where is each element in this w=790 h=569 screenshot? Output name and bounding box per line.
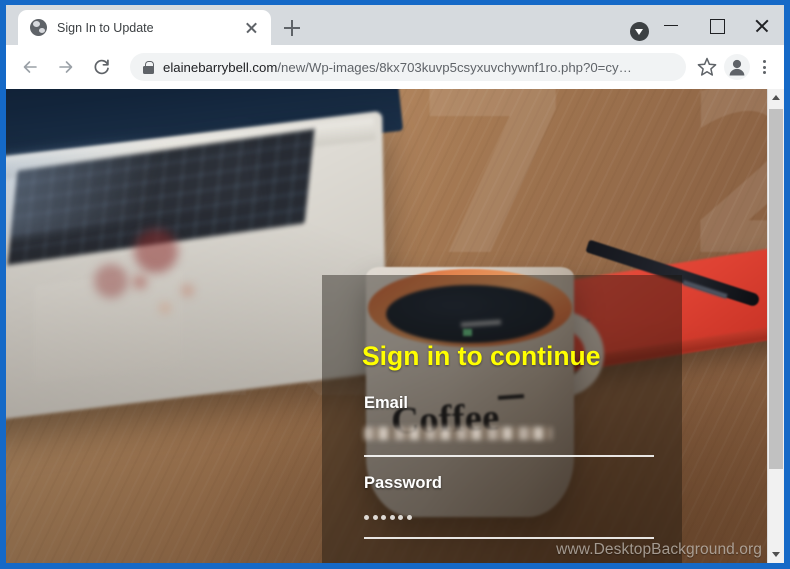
reload-button[interactable] (86, 51, 118, 83)
bookmark-star-icon[interactable] (692, 52, 722, 82)
globe-icon (30, 19, 47, 36)
url-text: elainebarrybell.com/new/Wp-images/8kx703… (163, 60, 632, 75)
vertical-scrollbar[interactable] (767, 89, 784, 563)
lens-flare (133, 275, 147, 289)
forward-button[interactable] (50, 51, 82, 83)
signin-panel: Sign in to continue Email Password (322, 275, 682, 563)
browser-chrome: Sign In to Update elainebarrybell.com/ne… (6, 5, 784, 563)
address-bar[interactable]: elainebarrybell.com/new/Wp-images/8kx703… (130, 53, 686, 81)
email-input[interactable] (364, 427, 552, 440)
close-window-button[interactable] (739, 10, 784, 40)
scroll-down-button[interactable] (768, 546, 784, 563)
browser-window: Sign In to Update elainebarrybell.com/ne… (0, 0, 790, 569)
page-title: Sign in to continue (362, 341, 601, 371)
password-label: Password (364, 474, 442, 492)
email-label: Email (364, 394, 409, 412)
tab-title: Sign In to Update (57, 20, 154, 35)
browser-toolbar: elainebarrybell.com/new/Wp-images/8kx703… (6, 45, 784, 89)
email-field-underline (364, 455, 654, 457)
maximize-button[interactable] (694, 10, 739, 40)
url-path: /new/Wp-images/8kx703kuvp5csyxuvchywnf1r… (277, 59, 632, 75)
lens-flare (94, 264, 128, 298)
tab-sign-in-to-update[interactable]: Sign In to Update (18, 10, 271, 45)
lens-flare (161, 304, 169, 312)
url-host: elainebarrybell.com (163, 59, 278, 75)
password-field-underline (364, 537, 654, 539)
lens-flare (134, 229, 178, 273)
download-icon[interactable] (630, 22, 649, 41)
profile-avatar[interactable] (722, 52, 752, 82)
minimize-button[interactable] (649, 10, 694, 40)
image-watermark: www.DesktopBackground.org (556, 541, 762, 558)
chrome-menu-icon[interactable] (752, 52, 776, 82)
new-tab-button[interactable] (278, 14, 306, 42)
back-button[interactable] (14, 51, 46, 83)
lock-icon (142, 60, 154, 74)
page-viewport: 0 7 2 SK Coffee (6, 89, 784, 563)
password-input[interactable] (364, 515, 412, 520)
lens-flare (182, 285, 193, 296)
close-tab-icon[interactable] (241, 17, 263, 39)
scroll-up-button[interactable] (768, 89, 784, 106)
scrollbar-thumb[interactable] (769, 109, 783, 469)
tab-strip: Sign In to Update (6, 5, 784, 45)
